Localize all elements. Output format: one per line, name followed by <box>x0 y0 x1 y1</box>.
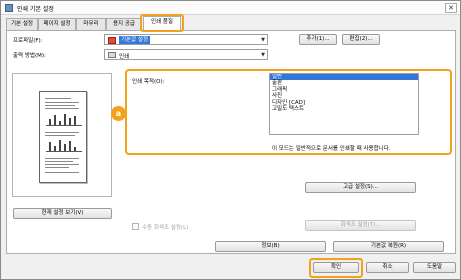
advanced-settings-button[interactable]: 고급 설정(S)... <box>305 182 416 193</box>
close-icon[interactable]: ✕ <box>445 3 457 13</box>
tab-basic[interactable]: 기본 설정 <box>6 18 38 30</box>
output-method-select[interactable]: 인쇄 ▼ <box>104 49 268 60</box>
chevron-down-icon: ▼ <box>261 37 265 43</box>
profile-value: 기본값 설정 <box>119 36 151 44</box>
output-method-value: 인쇄 <box>119 54 130 60</box>
manual-grayscale-checkbox[interactable] <box>132 223 139 230</box>
window-title: 인쇄 기본 설정 <box>17 6 54 13</box>
list-item[interactable]: 고밀도 텍스트 <box>270 106 418 112</box>
edit-profile-button[interactable]: 편집(2)... <box>342 34 380 45</box>
ok-highlight-frame <box>309 258 363 278</box>
manual-grayscale-label: 수동 회색조 설정(L) <box>142 225 189 231</box>
printer-icon <box>108 52 116 58</box>
profile-icon <box>108 37 116 44</box>
chevron-down-icon: ▼ <box>261 52 265 58</box>
tab-finishing[interactable]: 마무리 <box>76 18 106 30</box>
title-bar: 인쇄 기본 설정 ✕ <box>1 1 460 15</box>
print-purpose-list[interactable]: 일반 출판 그래픽 사진 디자인 [CAD] 고밀도 텍스트 <box>269 73 419 135</box>
view-settings-button[interactable]: 현재 설정 보기(V) <box>13 208 112 219</box>
add-profile-button[interactable]: 추가(1)... <box>299 34 337 45</box>
tab-page-setup[interactable]: 페이지 설정 <box>38 18 76 30</box>
help-button[interactable]: 도움말 <box>413 262 456 273</box>
printer-settings-icon <box>5 4 13 12</box>
info-button[interactable]: 정보(B) <box>215 241 326 252</box>
output-method-label: 출력 방법(M): <box>13 53 46 59</box>
print-purpose-description: 이 모드는 일반적으로 문서를 인쇄할 때 사용합니다. <box>272 146 391 152</box>
print-purpose-label: 인쇄 목적(O): <box>132 79 165 85</box>
profile-select[interactable]: 기본값 설정 ▼ <box>104 34 268 45</box>
profile-label: 프로파일(F): <box>13 38 43 44</box>
tab-highlight-frame <box>140 14 184 32</box>
print-preferences-window: 인쇄 기본 설정 ✕ 기본 설정 페이지 설정 마무리 용지 공급 인쇄 품질 … <box>0 0 461 280</box>
print-preview-box <box>12 73 112 197</box>
grayscale-settings-button[interactable]: 회색조 설정(T)... <box>305 220 416 231</box>
callout-badge: a <box>111 106 126 121</box>
restore-defaults-button[interactable]: 기본값 복원(R) <box>333 241 444 252</box>
page-preview-icon <box>39 91 87 183</box>
tab-paper-source[interactable]: 용지 공급 <box>106 18 142 30</box>
cancel-button[interactable]: 취소 <box>366 262 409 273</box>
